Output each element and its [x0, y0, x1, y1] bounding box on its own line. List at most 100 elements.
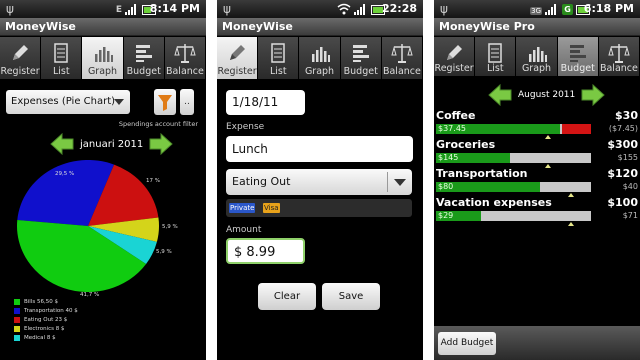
- graph-screen: ψ E 8:14 PM MoneyWise Register List Grap…: [0, 0, 206, 360]
- pie-legend: Bills 56,50 $ Transportation 40 $ Eating…: [14, 297, 78, 342]
- list-icon: [488, 43, 503, 63]
- clock: 22:28: [381, 2, 417, 15]
- bar-chart-icon: [94, 47, 113, 62]
- amount-label: Amount: [226, 225, 262, 235]
- month-label: januari 2011: [80, 138, 144, 150]
- budget-name: Groceries: [436, 138, 496, 151]
- budget-row[interactable]: Transportation $120 $80 $40: [436, 167, 638, 197]
- pie-label-transport: 29,5 %: [55, 171, 75, 177]
- month-navigator: januari 2011: [50, 133, 173, 155]
- overspend-fill: [561, 124, 591, 134]
- tab-graph[interactable]: Graph: [516, 37, 558, 76]
- tab-list[interactable]: List: [475, 37, 517, 76]
- budget-amount: $300: [607, 138, 638, 151]
- expenses-pie-chart: [16, 160, 159, 293]
- filter-icon: [158, 95, 172, 111]
- save-button[interactable]: Save: [322, 283, 380, 310]
- period-marker-icon: [567, 222, 574, 226]
- budget-progress-bar: $29: [436, 211, 591, 221]
- status-bar: ψ 22:28: [217, 0, 423, 18]
- bar-chart-icon: [528, 47, 547, 62]
- next-month-arrow-icon[interactable]: [581, 84, 606, 106]
- tab-budget[interactable]: Budget: [123, 37, 165, 79]
- list-icon: [271, 43, 286, 63]
- filter-button[interactable]: [154, 89, 176, 115]
- clock: 8:14 PM: [149, 2, 200, 15]
- legend-item: Bills 56,50 $: [14, 297, 78, 306]
- status-bar: ψ 3G G 6:18 PM: [434, 0, 640, 18]
- tab-bar: Register List Graph Budget Balance: [217, 37, 423, 79]
- scale-icon: [174, 44, 196, 63]
- month-navigator: August 2011: [488, 84, 606, 106]
- budget-row[interactable]: Vacation expenses $100 $29 $71: [436, 196, 638, 226]
- tab-register[interactable]: Register: [217, 37, 259, 79]
- account-filter-label: Spendings account filter: [118, 120, 198, 128]
- app-notification-icon: G: [562, 4, 573, 15]
- usb-icon: ψ: [6, 2, 14, 16]
- tags-bar[interactable]: Private Visa: [226, 199, 412, 217]
- tab-register[interactable]: Register: [434, 37, 476, 76]
- app-title: MoneyWise: [217, 18, 423, 36]
- budget-remaining: $71: [622, 211, 638, 220]
- expense-label: Expense: [226, 122, 265, 132]
- clear-button[interactable]: Clear: [258, 283, 316, 310]
- tab-balance[interactable]: Balance: [598, 37, 640, 76]
- tag-private[interactable]: Private: [229, 203, 256, 213]
- budget-amount: $30: [615, 109, 638, 122]
- budget-progress-bar: $37.45: [436, 124, 591, 134]
- tag-visa[interactable]: Visa: [263, 203, 280, 213]
- list-icon: [54, 43, 69, 63]
- signal-icon: [354, 3, 368, 15]
- legend-swatch: [14, 334, 20, 341]
- budget-spent: $80: [438, 182, 454, 191]
- legend-swatch: [14, 298, 20, 305]
- budget-spent: $145: [438, 153, 459, 162]
- status-bar: ψ E 8:14 PM: [0, 0, 206, 18]
- next-month-arrow-icon[interactable]: [149, 133, 173, 155]
- scale-icon: [608, 44, 630, 63]
- signal-icon: [125, 3, 139, 15]
- tab-list[interactable]: List: [258, 37, 300, 79]
- tab-graph[interactable]: Graph: [299, 37, 341, 79]
- tab-balance[interactable]: Balance: [164, 37, 206, 79]
- report-type-dropdown[interactable]: Expenses (Pie Chart): [6, 90, 130, 114]
- tab-register[interactable]: Register: [0, 37, 42, 79]
- tab-balance[interactable]: Balance: [381, 37, 423, 79]
- 3g-icon: 3G: [530, 7, 542, 15]
- tab-bar: Register List Graph Budget Balance: [0, 37, 206, 79]
- budget-row[interactable]: Groceries $300 $145 $155: [436, 138, 638, 168]
- budget-row[interactable]: Coffee $30 $37.45 ($7.45): [436, 109, 638, 139]
- budget-name: Transportation: [436, 167, 528, 180]
- app-title: MoneyWise: [0, 18, 206, 36]
- register-screen: ψ 22:28 MoneyWise Register List Graph Bu…: [217, 0, 423, 360]
- prev-month-arrow-icon[interactable]: [488, 84, 512, 106]
- budget-name: Vacation expenses: [436, 196, 552, 209]
- more-options-button[interactable]: ..: [180, 89, 194, 115]
- tab-bar: Register List Graph Budget Balance: [434, 37, 640, 76]
- budget-screen: ψ 3G G 6:18 PM MoneyWise Pro Register Li…: [434, 0, 640, 360]
- add-budget-button[interactable]: Add Budget: [438, 332, 496, 355]
- prev-month-arrow-icon[interactable]: [50, 133, 74, 155]
- tab-budget[interactable]: Budget: [340, 37, 382, 79]
- pie-label-medical: 5,9 %: [156, 249, 172, 255]
- tab-list[interactable]: List: [41, 37, 83, 79]
- tab-budget[interactable]: Budget: [557, 37, 599, 76]
- legend-item: Electronics 8 $: [14, 324, 78, 333]
- budget-amount: $120: [607, 167, 638, 180]
- pencil-icon: [447, 45, 463, 60]
- usb-icon: ψ: [223, 2, 231, 16]
- bar-chart-icon: [311, 47, 330, 62]
- amount-input[interactable]: $ 8.99: [226, 238, 305, 264]
- date-field[interactable]: 1/18/11: [226, 90, 305, 115]
- category-value: Eating Out: [232, 175, 291, 188]
- pencil-icon: [13, 45, 29, 60]
- legend-item: Transportation 40 $: [14, 306, 78, 315]
- expense-input[interactable]: Lunch: [226, 136, 413, 162]
- signal-icon: [545, 3, 559, 15]
- tab-graph[interactable]: Graph: [82, 37, 124, 79]
- budget-progress-bar: $80: [436, 182, 591, 192]
- category-dropdown[interactable]: Eating Out: [226, 169, 412, 195]
- budget-remaining: ($7.45): [608, 124, 638, 133]
- legend-item: Medical 8 $: [14, 333, 78, 342]
- budget-spent: $37.45: [438, 124, 466, 133]
